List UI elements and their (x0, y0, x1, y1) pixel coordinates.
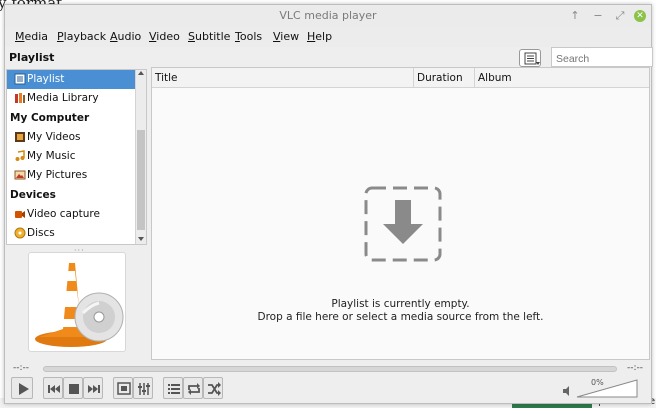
sidebar-item-label: My Music (27, 150, 76, 162)
playlist-toggle-icon (168, 384, 180, 394)
menu-view[interactable]: View (273, 30, 299, 43)
sidebar-item-label: Playlist (27, 73, 65, 85)
menu-media[interactable]: Media (15, 30, 48, 43)
previous-icon (48, 385, 60, 393)
vlc-cone-icon (35, 263, 124, 347)
sidebar-item-my-videos[interactable]: My Videos (7, 128, 135, 147)
menu-audio[interactable]: Audio (110, 30, 141, 43)
speaker-icon[interactable] (562, 386, 572, 396)
playlist-toggle-button[interactable] (163, 377, 183, 399)
sidebar-item-label: Video capture (27, 208, 100, 220)
fullscreen-button[interactable] (113, 377, 133, 399)
sidebar-group-my-computer: My Computer (10, 112, 90, 124)
sidebar-tree: Playlist Media Library My Computer My Vi… (6, 69, 147, 245)
drop-zone-icon (364, 186, 442, 262)
picture-icon (14, 170, 26, 180)
equalizer-button[interactable] (133, 377, 153, 399)
sidebar-item-video-capture[interactable]: Video capture (7, 205, 135, 224)
volume-percent: 0% (591, 378, 604, 387)
menu-playback[interactable]: Playback (57, 30, 106, 43)
previous-button[interactable] (43, 377, 63, 399)
sidebar-item-my-pictures[interactable]: My Pictures (7, 166, 135, 185)
menu-video[interactable]: Video (149, 30, 180, 43)
seek-slider[interactable] (43, 366, 617, 372)
sidebar-item-media-library[interactable]: Media Library (7, 89, 135, 108)
camera-icon (15, 211, 25, 218)
next-button[interactable] (83, 377, 103, 399)
total-time: --:-- (626, 363, 643, 373)
vlc-window: VLC media player ↑ − ⤢ ✕ Media Playback … (4, 4, 653, 404)
disc-icon (14, 227, 26, 239)
sidebar-scrollbar[interactable] (135, 70, 146, 244)
next-icon (88, 385, 100, 393)
sidebar-item-my-music[interactable]: My Music (7, 147, 135, 166)
column-duration[interactable]: Duration (414, 68, 475, 88)
menu-help[interactable]: Help (307, 30, 332, 43)
menu-tools[interactable]: Tools (235, 30, 262, 43)
close-icon[interactable]: ✕ (634, 10, 646, 22)
view-mode-button[interactable] (519, 49, 541, 67)
minimize-icon[interactable]: − (590, 8, 606, 24)
empty-hint: Drop a file here or select a media sourc… (257, 311, 544, 323)
playlist-header: Title Duration Album (152, 68, 649, 88)
search-input[interactable] (551, 47, 653, 67)
fullscreen-icon (117, 382, 131, 395)
seek-row: --:-- --:-- (5, 361, 651, 375)
equalizer-icon (138, 383, 150, 395)
sidebar-header: Playlist (9, 51, 55, 64)
scrollbar-thumb[interactable] (137, 130, 145, 230)
sidebar-item-discs[interactable]: Discs (7, 224, 135, 243)
album-art (28, 252, 126, 352)
menu-bar: Media Playback Audio Video Subtitle Tool… (5, 27, 651, 47)
column-title[interactable]: Title (152, 68, 414, 88)
shuffle-button[interactable] (203, 377, 223, 399)
column-album[interactable]: Album (475, 68, 649, 88)
list-view-icon (524, 52, 540, 65)
empty-message: Playlist is currently empty. (331, 298, 470, 310)
menu-subtitle[interactable]: Subtitle (188, 30, 230, 43)
stop-icon (69, 384, 79, 394)
sidebar-item-label: My Pictures (27, 169, 88, 181)
arrow-up-icon[interactable]: ↑ (567, 8, 583, 24)
window-title: VLC media player (279, 9, 377, 22)
sidebar-item-label: My Videos (27, 131, 81, 143)
playlist-view[interactable]: Title Duration Album Playlist is current… (151, 67, 650, 360)
loop-icon (188, 383, 200, 395)
scroll-up-icon[interactable] (138, 71, 144, 75)
sidebar-group-devices: Devices (10, 189, 56, 201)
title-bar[interactable]: VLC media player ↑ − ⤢ ✕ (5, 5, 651, 27)
volume-slider[interactable] (575, 377, 639, 399)
playlist-icon (14, 73, 26, 85)
sidebar-item-playlist[interactable]: Playlist (7, 70, 135, 89)
music-note-icon (15, 150, 25, 161)
scroll-down-icon[interactable] (138, 237, 144, 241)
restore-icon[interactable]: ⤢ (612, 8, 628, 24)
sidebar: Playlist Playlist Media Library My Compu… (6, 49, 149, 361)
media-library-icon (15, 93, 25, 103)
play-icon (19, 383, 29, 395)
play-button[interactable] (11, 377, 33, 399)
sidebar-item-label: Discs (27, 227, 55, 239)
stop-button[interactable] (63, 377, 83, 399)
shuffle-icon (208, 382, 221, 396)
film-icon (15, 132, 25, 142)
loop-button[interactable] (183, 377, 203, 399)
elapsed-time: --:-- (13, 363, 30, 373)
sidebar-item-label: Media Library (27, 92, 99, 104)
